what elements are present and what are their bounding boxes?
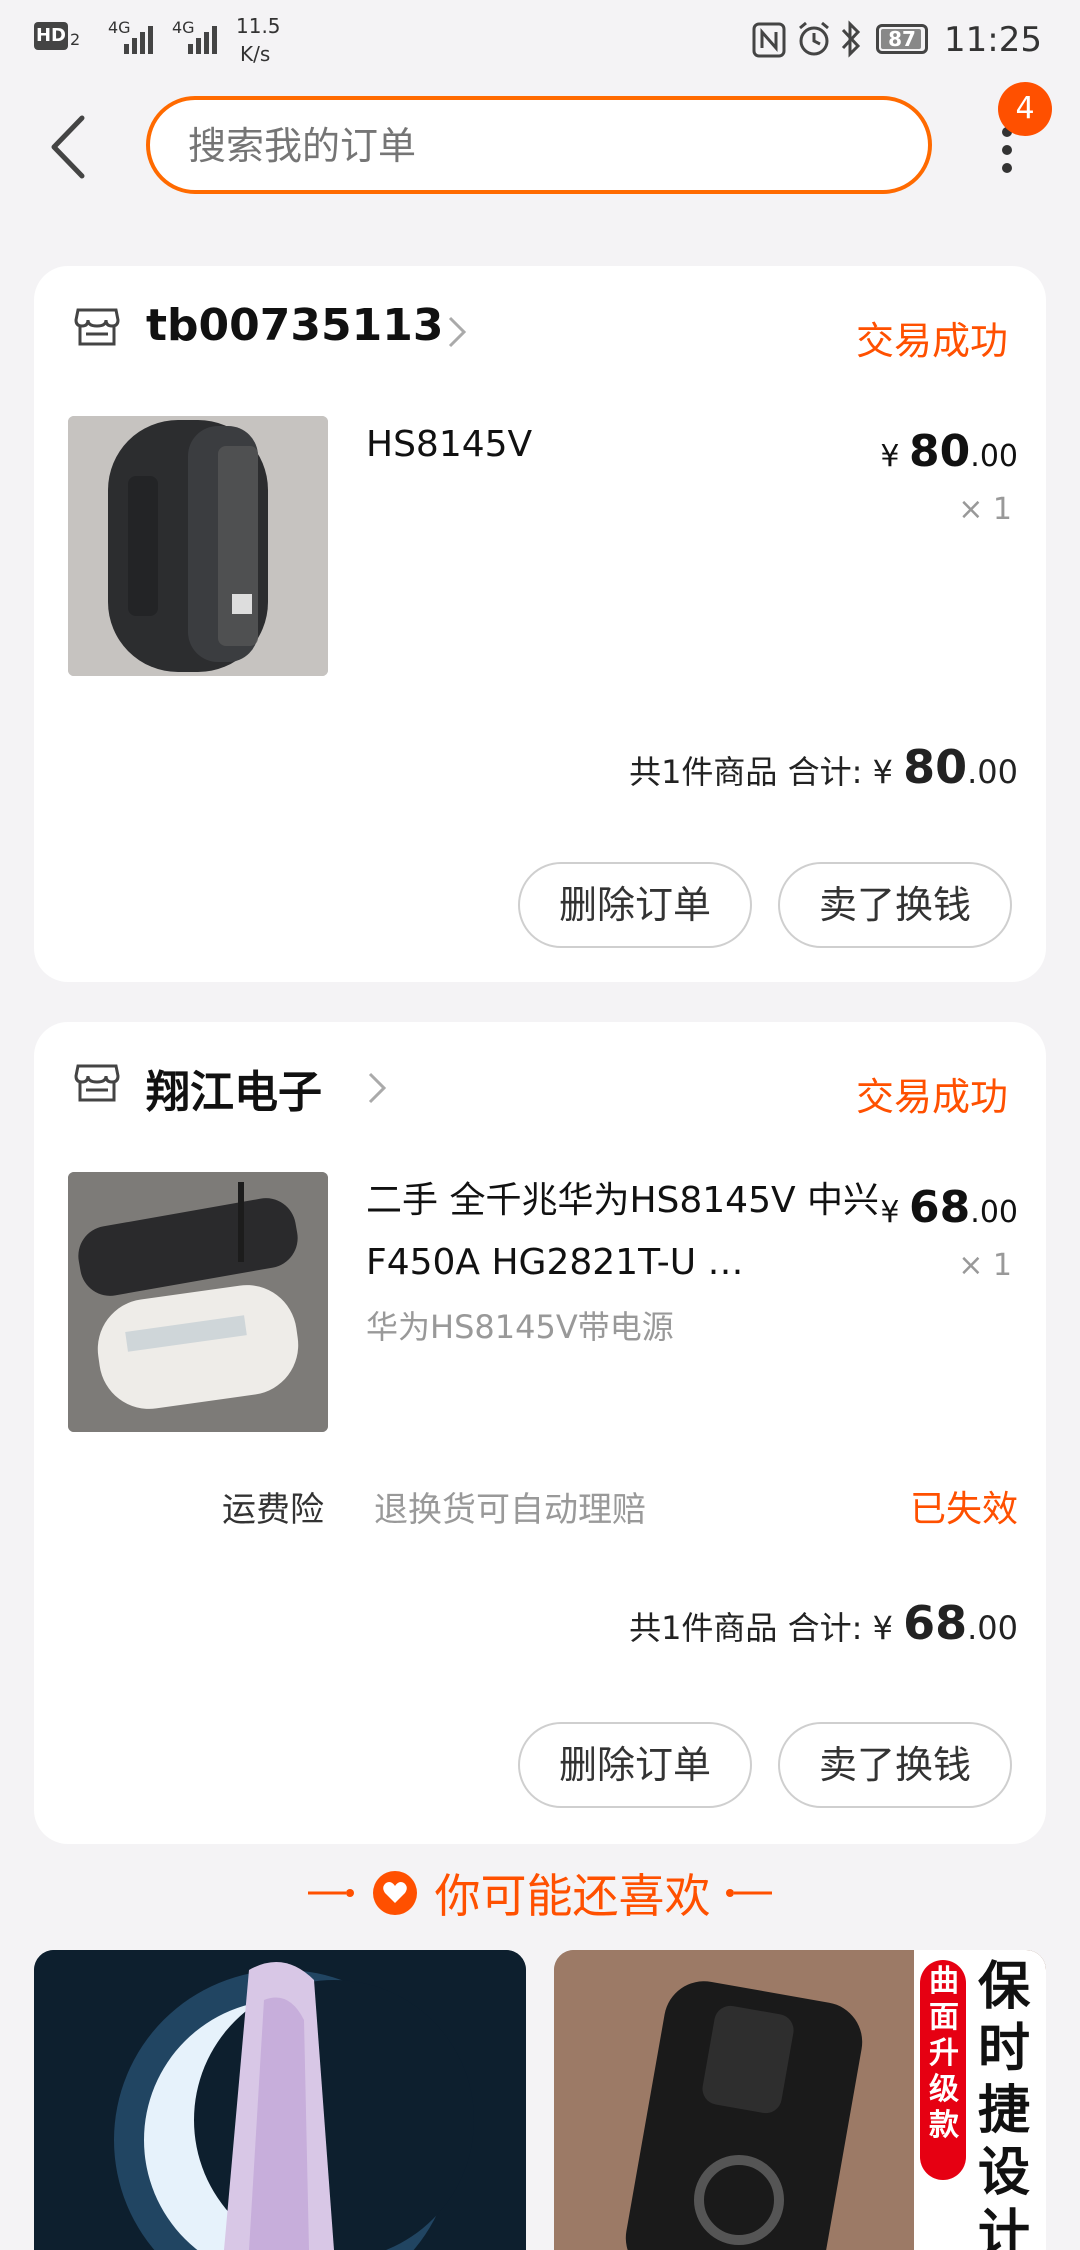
product-tag: 曲面升级款 (929, 1964, 959, 2143)
total-decimal: .00 (967, 753, 1018, 791)
search-bar[interactable] (146, 96, 932, 194)
total-decimal: .00 (967, 1609, 1018, 1647)
signal-1-icon (124, 26, 153, 54)
product-sku: 华为HS8145V带电源 (366, 1308, 674, 1346)
order-summary-label: 共1件商品 合计: (629, 753, 863, 791)
sell-for-cash-button[interactable]: 卖了换钱 (778, 1722, 1012, 1808)
recommended-product-card[interactable] (34, 1950, 526, 2250)
currency-symbol: ¥ (880, 1195, 900, 1230)
price-decimal: .00 (970, 1195, 1018, 1230)
order-status: 交易成功 (855, 1075, 1008, 1119)
divider-right-icon (725, 1889, 772, 1897)
order-status: 交易成功 (855, 319, 1008, 363)
total-integer: 80 (903, 740, 968, 794)
divider-left-icon (308, 1889, 355, 1897)
chevron-right-icon[interactable] (446, 314, 468, 350)
order-summary-label: 共1件商品 合计: (629, 1609, 863, 1647)
shop-name[interactable]: tb00735113 (146, 300, 443, 351)
recommend-title: 你可能还喜欢 (434, 1869, 711, 1923)
net-speed-unit: K/s (240, 42, 271, 66)
store-icon (74, 1064, 120, 1102)
product-thumbnail[interactable] (68, 416, 328, 676)
sim-index: 2 (70, 30, 81, 49)
price-decimal: .00 (970, 439, 1018, 474)
battery-level: 87 (888, 27, 916, 51)
shipping-insurance-status: 已失效 (909, 1489, 1018, 1530)
price-integer: 68 (909, 1182, 971, 1233)
product-thumbnail[interactable] (68, 1172, 328, 1432)
sell-for-cash-button[interactable]: 卖了换钱 (778, 862, 1012, 948)
delete-order-button[interactable]: 删除订单 (518, 1722, 752, 1808)
product-price: ¥ 68.00 (880, 1182, 1018, 1233)
product-quantity: × 1 (958, 1248, 1012, 1283)
back-arrow-icon[interactable] (44, 112, 94, 182)
product-slogan: 保时捷设计 (977, 1957, 1030, 2250)
heart-icon (373, 1871, 418, 1915)
order-card: tb00735113 交易成功 HS8145V ¥ 80.00 × 1 共1件商… (34, 266, 1046, 982)
notification-badge: 4 (998, 82, 1052, 136)
product-image (34, 1950, 526, 2250)
shipping-insurance-label: 运费险 (222, 1490, 324, 1530)
order-card: 翔江电子 交易成功 二手 全千兆华为HS8145V 中兴F450A HG2821… (34, 1022, 1046, 1844)
order-total: 共1件商品 合计: ¥ 80.00 (629, 740, 1018, 794)
currency-symbol: ¥ (872, 1609, 893, 1647)
status-bar: HD 2 4G 4G 11.5 K/s 87 11:25 (0, 0, 1080, 80)
price-integer: 80 (909, 426, 971, 477)
clock: 11:25 (944, 20, 1042, 60)
chevron-right-icon[interactable] (366, 1070, 388, 1106)
currency-symbol: ¥ (872, 753, 893, 791)
recommended-product-card[interactable]: 曲面升级款 保时捷设计 (554, 1950, 1046, 2250)
total-integer: 68 (903, 1596, 968, 1650)
hd-indicator: HD (34, 22, 68, 50)
shipping-insurance-desc: 退换货可自动理赔 (374, 1490, 646, 1530)
product-price: ¥ 80.00 (880, 426, 1018, 477)
shop-name[interactable]: 翔江电子 (146, 1056, 322, 1120)
order-total: 共1件商品 合计: ¥ 68.00 (629, 1596, 1018, 1650)
product-title[interactable]: HS8145V (366, 414, 886, 476)
store-icon (74, 308, 120, 346)
product-title[interactable]: 二手 全千兆华为HS8145V 中兴F450A HG2821T-U … (366, 1170, 886, 1294)
currency-symbol: ¥ (880, 439, 900, 474)
signal-2-icon (188, 26, 217, 54)
product-quantity: × 1 (958, 492, 1012, 527)
search-input[interactable] (186, 100, 890, 192)
battery-icon: 87 (876, 24, 928, 54)
nfc-icon (752, 22, 786, 58)
alarm-icon (799, 21, 829, 56)
delete-order-button[interactable]: 删除订单 (518, 862, 752, 948)
bluetooth-icon (841, 20, 861, 58)
recommend-header: 你可能还喜欢 (0, 1860, 1080, 1930)
net-speed: 11.5 (236, 14, 281, 38)
